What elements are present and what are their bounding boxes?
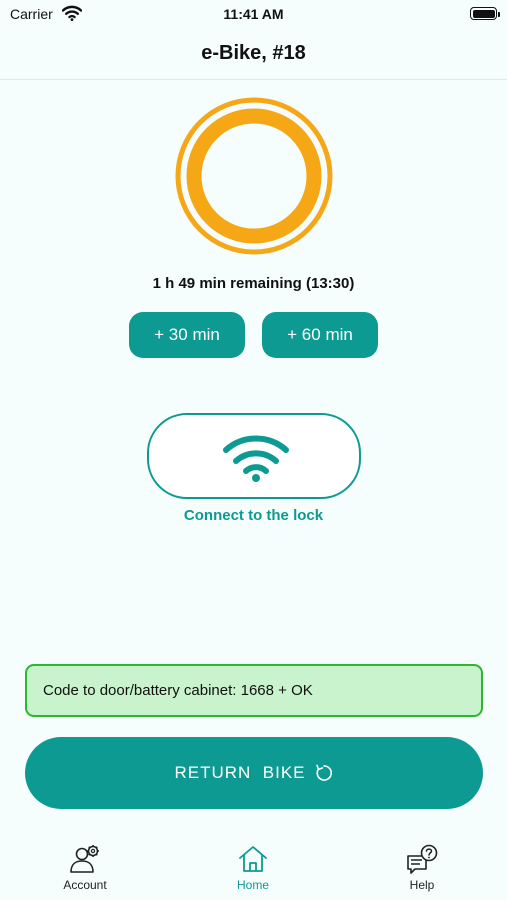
tab-account[interactable]: Account (25, 844, 145, 900)
account-settings-icon (70, 845, 99, 873)
return-bike-button[interactable]: RETURN BIKE (25, 737, 483, 809)
tab-bar: Account Home Help (0, 838, 507, 900)
connect-lock-label[interactable]: Connect to the lock (0, 507, 507, 524)
nav-header: e-Bike, #18 (0, 28, 507, 80)
door-code-banner: Code to door/battery cabinet: 1668 + OK (25, 664, 483, 717)
page-title: e-Bike, #18 (201, 42, 306, 64)
tab-home[interactable]: Home (193, 844, 313, 900)
add-60-min-button[interactable]: + 60 min (262, 312, 378, 358)
status-bar: Carrier 11:41 AM (0, 0, 507, 28)
help-chat-icon (407, 844, 438, 874)
timer-ring (175, 97, 333, 255)
return-bike-label: RETURN BIKE (174, 763, 306, 782)
time-remaining-text: 1 h 49 min remaining (13:30) (152, 275, 355, 292)
refresh-icon (315, 764, 332, 781)
tab-account-label: Account (63, 878, 107, 892)
tab-home-label: Home (236, 878, 269, 892)
app-screen: Carrier 11:41 AM e-Bike, #18 1 h 49 min … (0, 0, 507, 900)
wifi-icon (223, 435, 289, 482)
add-30-min-button[interactable]: + 30 min (129, 312, 245, 358)
connect-lock-button[interactable] (147, 413, 361, 499)
tab-help-label: Help (409, 878, 435, 892)
door-code-text: Code to door/battery cabinet: 1668 + OK (43, 682, 313, 699)
status-time: 11:41 AM (223, 6, 284, 22)
tab-help[interactable]: Help (362, 844, 482, 900)
home-icon (239, 846, 267, 872)
battery-icon (470, 7, 500, 20)
